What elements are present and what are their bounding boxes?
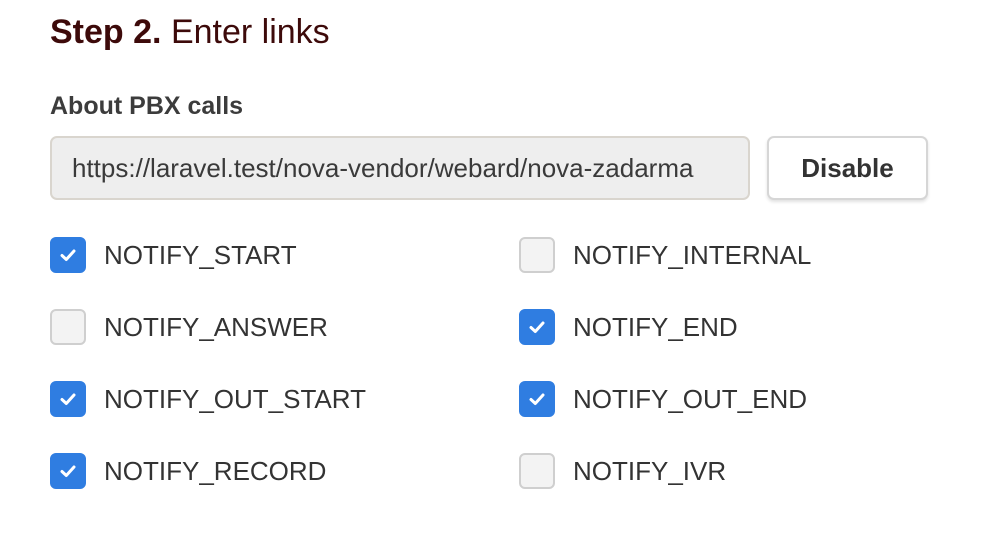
checkmark-icon (529, 393, 545, 405)
option-label: NOTIFY_START (104, 240, 297, 270)
option-notify-record[interactable]: NOTIFY_RECORD (50, 453, 519, 525)
checkbox[interactable] (519, 453, 555, 489)
page-title: Step 2. Enter links (50, 12, 330, 52)
checkbox[interactable] (50, 237, 86, 273)
option-label: NOTIFY_RECORD (104, 456, 327, 486)
checkbox[interactable] (50, 453, 86, 489)
option-label: NOTIFY_IVR (573, 456, 727, 486)
option-notify-out-end[interactable]: NOTIFY_OUT_END (519, 381, 930, 453)
checkbox[interactable] (50, 381, 86, 417)
checkbox[interactable] (519, 381, 555, 417)
url-field[interactable] (50, 136, 750, 200)
option-label: NOTIFY_OUT_START (104, 384, 366, 414)
checkmark-icon (60, 465, 76, 477)
step-title-text: Enter links (170, 13, 330, 51)
option-label: NOTIFY_OUT_END (573, 384, 808, 414)
section-label: About PBX calls (50, 92, 244, 120)
option-notify-end[interactable]: NOTIFY_END (519, 309, 930, 381)
checkbox[interactable] (50, 309, 86, 345)
step-number: Step 2. (50, 13, 162, 51)
option-notify-answer[interactable]: NOTIFY_ANSWER (50, 309, 519, 381)
option-notify-ivr[interactable]: NOTIFY_IVR (519, 453, 930, 525)
option-label: NOTIFY_INTERNAL (573, 240, 812, 270)
option-label: NOTIFY_ANSWER (104, 312, 328, 342)
checkmark-icon (529, 321, 545, 333)
checkmark-icon (60, 393, 76, 405)
checkbox[interactable] (519, 237, 555, 273)
option-notify-internal[interactable]: NOTIFY_INTERNAL (519, 237, 930, 309)
option-label: NOTIFY_END (573, 312, 738, 342)
option-notify-out-start[interactable]: NOTIFY_OUT_START (50, 381, 519, 453)
checkmark-icon (60, 249, 76, 261)
notify-options: NOTIFY_START NOTIFY_INTERNAL NOTIFY_ANSWER… (50, 237, 930, 525)
option-notify-start[interactable]: NOTIFY_START (50, 237, 519, 309)
disable-button[interactable]: Disable (767, 136, 928, 200)
checkbox[interactable] (519, 309, 555, 345)
